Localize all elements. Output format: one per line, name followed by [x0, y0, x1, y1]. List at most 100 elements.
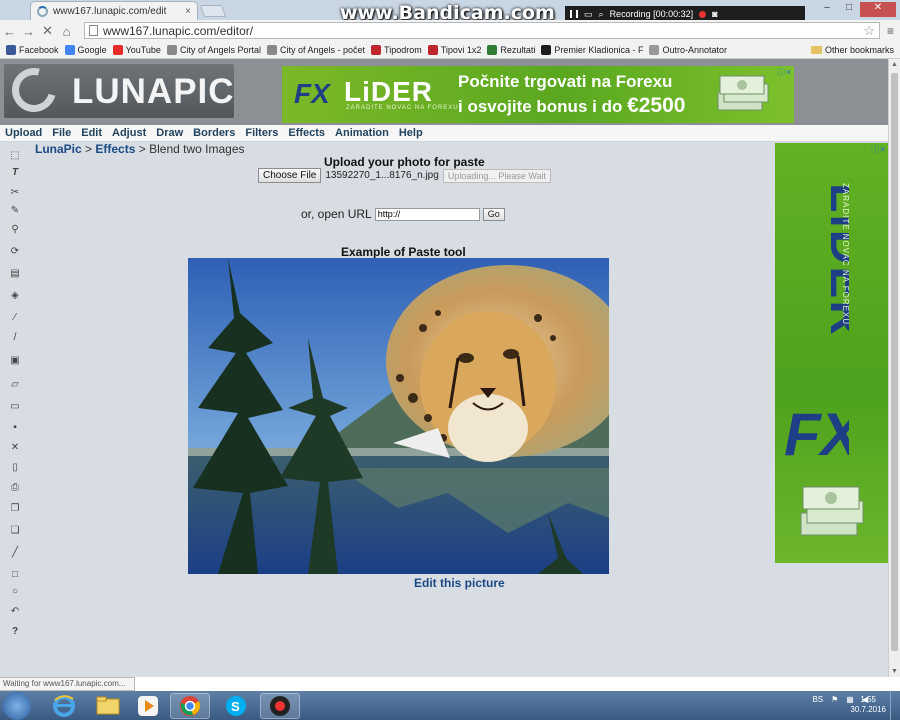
bookmark-item[interactable]: Tipodrom: [371, 45, 422, 55]
breadcrumb: LunaPic > Effects > Blend two Images: [35, 142, 245, 156]
select-rect-icon[interactable]: ⬚: [9, 150, 21, 162]
save-icon[interactable]: ▪: [9, 422, 21, 434]
tab-close-icon[interactable]: ×: [185, 6, 191, 17]
text-tool-icon[interactable]: T: [9, 167, 21, 179]
stop-icon[interactable]: ✕: [38, 23, 57, 39]
side-banner-ad[interactable]: ⓘ✕ LiDER ZARADITE NOVAC NA FOREXU FX: [775, 143, 888, 563]
url-label: or, open URL: [301, 207, 372, 221]
bookmark-favicon-icon: [64, 45, 75, 55]
page-scrollbar[interactable]: ▲ ▼: [888, 59, 900, 677]
bookmark-item[interactable]: Rezultati: [487, 45, 535, 55]
menu-item-draw[interactable]: Draw: [151, 127, 188, 139]
folder-icon[interactable]: ▭: [584, 9, 593, 20]
fill-bucket-icon[interactable]: ◈: [9, 290, 21, 302]
close-window-icon[interactable]: ✕: [860, 2, 896, 17]
bookmark-item[interactable]: YouTube: [112, 45, 161, 55]
menu-item-upload[interactable]: Upload: [0, 127, 47, 139]
brush-icon[interactable]: /: [9, 332, 21, 344]
taskbar-clock[interactable]: 1:55 30.7.2016: [850, 695, 886, 715]
search-icon[interactable]: ⌕: [599, 9, 604, 20]
scroll-down-icon[interactable]: ▼: [891, 668, 898, 675]
breadcrumb-effects[interactable]: Effects: [95, 142, 135, 156]
example-paste-image[interactable]: [188, 258, 609, 574]
menu-item-effects[interactable]: Effects: [283, 127, 330, 139]
menu-item-filters[interactable]: Filters: [240, 127, 283, 139]
new-tab-button[interactable]: [199, 5, 227, 17]
banner-ad[interactable]: FX LiDER ZARADITE NOVAC NA FOREXU Počnit…: [282, 66, 794, 123]
bookmark-item[interactable]: Google: [64, 45, 107, 55]
chrome-icon[interactable]: [170, 693, 210, 719]
pencil-icon[interactable]: ✎: [9, 205, 21, 217]
home-icon[interactable]: ⌂: [57, 24, 76, 39]
bookmark-item[interactable]: City of Angels Portal: [166, 45, 261, 55]
bookmark-star-icon[interactable]: ☆: [863, 23, 875, 39]
ad-choices-icon[interactable]: ⓘ✕: [871, 144, 886, 155]
bookmark-favicon-icon: [266, 45, 277, 55]
folder-icon: [810, 46, 822, 54]
menu-item-help[interactable]: Help: [394, 127, 428, 139]
delete-icon[interactable]: ✕: [9, 442, 21, 454]
rectangle-tool-icon[interactable]: □: [9, 569, 21, 581]
ad-choices-icon[interactable]: ⓘ✕: [777, 67, 792, 78]
copy-icon[interactable]: ❐: [9, 503, 21, 515]
pause-icon[interactable]: [570, 10, 578, 18]
bandicam-icon[interactable]: [260, 693, 300, 719]
upload-title: Upload your photo for paste: [324, 155, 485, 169]
skype-icon[interactable]: S: [216, 693, 256, 719]
menu-item-animation[interactable]: Animation: [330, 127, 394, 139]
menu-item-adjust[interactable]: Adjust: [107, 127, 151, 139]
camera-icon[interactable]: ◙: [712, 9, 717, 19]
uploading-button[interactable]: Uploading... Please Wait: [442, 168, 552, 183]
scissors-icon[interactable]: ✂: [9, 187, 21, 199]
menu-item-file[interactable]: File: [47, 127, 76, 139]
browser-tab[interactable]: www167.lunapic.com/edit ×: [30, 1, 198, 20]
choose-file-button[interactable]: Choose File: [258, 168, 322, 183]
media-player-icon[interactable]: [128, 693, 168, 719]
bookmark-favicon-icon: [487, 45, 498, 55]
show-desktop-button[interactable]: [890, 691, 900, 720]
bookmark-item[interactable]: City of Angels - počet: [266, 45, 365, 55]
open-folder-icon[interactable]: ▭: [9, 401, 21, 413]
scroll-thumb[interactable]: [891, 73, 898, 651]
tray-flag-icon[interactable]: ⚑: [831, 695, 838, 704]
paste-icon[interactable]: ❏: [9, 525, 21, 537]
bookmark-favicon-icon: [6, 45, 16, 55]
bookmark-item[interactable]: Tipovi 1x2: [427, 45, 481, 55]
eyedropper-icon[interactable]: ⁄: [9, 312, 21, 324]
address-bar[interactable]: www167.lunapic.com/editor/ ☆: [84, 22, 880, 39]
minimize-icon[interactable]: –: [816, 2, 838, 17]
back-icon[interactable]: ←: [0, 24, 19, 39]
bookmark-item[interactable]: Premier Kladionica - F: [541, 45, 643, 55]
explorer-icon[interactable]: [88, 693, 128, 719]
bookmark-item[interactable]: Facebook: [6, 45, 59, 55]
other-bookmarks[interactable]: Other bookmarks: [810, 45, 894, 55]
forward-icon[interactable]: →: [19, 24, 38, 39]
cash-stack-icon: [717, 75, 769, 111]
rotate-icon[interactable]: ⟳: [9, 246, 21, 258]
bookmark-item[interactable]: Outro-Annotator: [649, 45, 727, 55]
zoom-icon[interactable]: ⚲: [9, 224, 21, 236]
edit-picture-link[interactable]: Edit this picture: [414, 576, 505, 590]
scroll-up-icon[interactable]: ▲: [891, 61, 898, 68]
new-document-icon[interactable]: ▯: [9, 462, 21, 474]
start-button[interactable]: [3, 692, 31, 720]
undo-icon[interactable]: ↶: [9, 606, 21, 618]
ellipse-tool-icon[interactable]: ○: [9, 586, 21, 598]
maximize-icon[interactable]: □: [838, 2, 860, 17]
record-icon[interactable]: [699, 10, 707, 18]
eraser-icon[interactable]: ▱: [9, 379, 21, 391]
line-tool-icon[interactable]: ╱: [9, 547, 21, 559]
ie-icon[interactable]: [44, 693, 84, 719]
lunapic-logo[interactable]: LUNAPIC: [4, 64, 234, 118]
image-icon[interactable]: ▣: [9, 355, 21, 367]
chrome-menu-icon[interactable]: ≡: [887, 24, 894, 38]
gradient-icon[interactable]: ▤: [9, 268, 21, 280]
breadcrumb-lunapic[interactable]: LunaPic: [35, 142, 82, 156]
url-input[interactable]: [374, 207, 480, 221]
go-button[interactable]: Go: [482, 207, 505, 221]
language-indicator[interactable]: BS: [812, 695, 823, 704]
menu-item-borders[interactable]: Borders: [188, 127, 240, 139]
help-icon[interactable]: ?: [9, 626, 21, 638]
menu-item-edit[interactable]: Edit: [76, 127, 107, 139]
print-icon[interactable]: ⎙: [9, 482, 21, 494]
